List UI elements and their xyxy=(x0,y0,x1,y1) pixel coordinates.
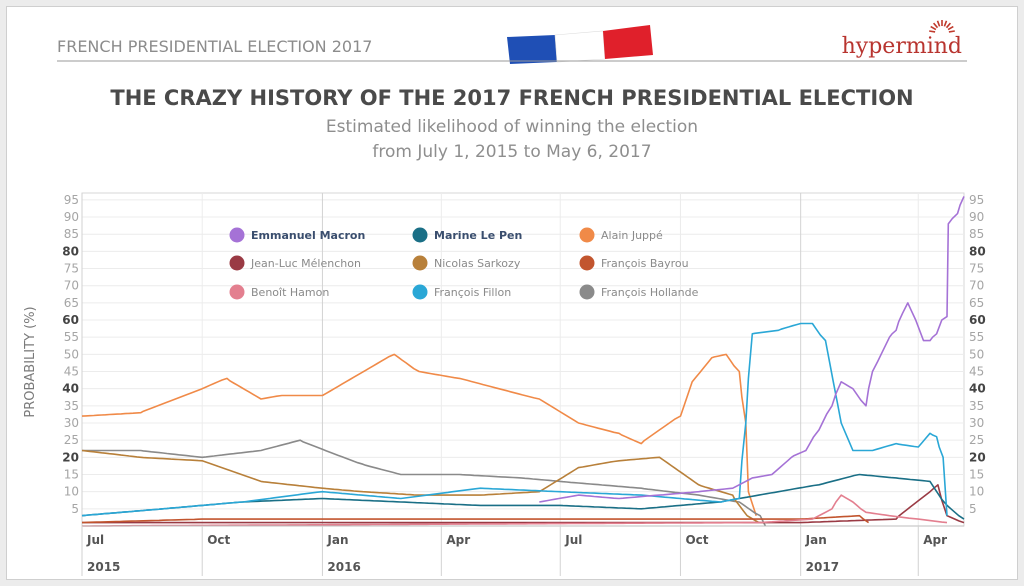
chart-frame: FRENCH PRESIDENTIAL ELECTION 2017 hyperm… xyxy=(6,6,1018,580)
y-tick-label-right: 90 xyxy=(969,210,984,224)
header-tag: FRENCH PRESIDENTIAL ELECTION 2017 xyxy=(57,37,372,56)
legend-item-label: Alain Juppé xyxy=(601,229,663,242)
y-tick-label: 20 xyxy=(62,450,79,464)
y-tick-label: 45 xyxy=(64,365,79,379)
logo-ray xyxy=(936,20,941,27)
x-year-label: 2015 xyxy=(87,560,120,574)
logo-ray xyxy=(945,22,952,29)
legend-item-label: Nicolas Sarkozy xyxy=(434,257,521,270)
legend-swatch xyxy=(229,284,245,300)
y-tick-label-right: 45 xyxy=(969,365,984,379)
legend-swatch xyxy=(579,284,595,300)
y-tick-label: 15 xyxy=(64,468,79,482)
y-axis-label: PROBABILITY (%) xyxy=(23,306,38,417)
y-tick-label: 95 xyxy=(64,193,79,207)
y-tick-label-right: 25 xyxy=(969,433,984,447)
x-tick-label: Apr xyxy=(446,533,470,547)
chart-subtitle: Estimated likelihood of winning the elec… xyxy=(326,117,698,137)
legend-item-label: Emmanuel Macron xyxy=(251,229,365,242)
legend-swatch xyxy=(412,284,428,300)
y-tick-label: 30 xyxy=(64,416,79,430)
logo-ray xyxy=(932,22,939,29)
y-tick-label: 50 xyxy=(64,347,79,361)
chart-subtitle-dates: from July 1, 2015 to May 6, 2017 xyxy=(372,142,651,162)
y-tick-label: 35 xyxy=(64,399,79,413)
x-year-label: 2016 xyxy=(327,560,360,574)
legend-swatch xyxy=(579,255,595,271)
y-tick-label: 65 xyxy=(64,296,79,310)
y-tick-label-right: 20 xyxy=(969,450,986,464)
y-tick-label-right: 5 xyxy=(969,502,977,516)
plot-area xyxy=(81,192,965,527)
logo-ray xyxy=(929,30,936,33)
legend-swatch xyxy=(412,255,428,271)
y-tick-label-right: 85 xyxy=(969,227,984,241)
y-tick-label: 70 xyxy=(64,279,79,293)
legend-swatch xyxy=(229,227,245,243)
y-tick-label-right: 70 xyxy=(969,279,984,293)
legend: Emmanuel Macron Marine Le Pen Alain Juppé J… xyxy=(229,227,699,300)
x-tick-label: Oct xyxy=(685,533,708,547)
chart-title: THE CRAZY HISTORY OF THE 2017 FRENCH PRE… xyxy=(110,86,913,110)
x-axis: Jul 2015 Oct Jan 2016 Apr Jul Oct Jan 2017 Apr xyxy=(81,525,964,576)
y-tick-label: 75 xyxy=(64,262,79,276)
y-tick-label: 5 xyxy=(71,502,79,516)
y-tick-label-right: 80 xyxy=(969,244,986,258)
y-tick-label: 85 xyxy=(64,227,79,241)
logo-ray xyxy=(930,25,937,31)
y-tick-label-right: 50 xyxy=(969,347,984,361)
y-tick-label: 80 xyxy=(62,244,79,258)
legend-item-label: Jean-Luc Mélenchon xyxy=(250,257,361,270)
y-tick-label-right: 60 xyxy=(969,313,986,327)
logo-ray xyxy=(947,25,954,31)
y-tick-label-right: 10 xyxy=(969,485,984,499)
y-tick-label: 90 xyxy=(64,210,79,224)
y-tick-label: 25 xyxy=(64,433,79,447)
legend-swatch xyxy=(412,227,428,243)
x-tick-label: Apr xyxy=(923,533,947,547)
x-tick-label: Jul xyxy=(564,533,582,547)
y-tick-label: 60 xyxy=(62,313,79,327)
y-tick-label: 55 xyxy=(64,330,79,344)
french-flag-icon xyxy=(507,25,653,64)
hypermind-logo: hypermind xyxy=(842,20,962,59)
x-year-label: 2017 xyxy=(806,560,839,574)
y-tick-label-right: 15 xyxy=(969,468,984,482)
y-axis-left: 5 10 15 20 25 30 35 40 45 50 55 60 65 70 75 80 85 90 95 xyxy=(62,193,79,516)
y-tick-label: 10 xyxy=(64,485,79,499)
y-tick-label-right: 40 xyxy=(969,382,986,396)
logo-ray xyxy=(948,30,955,33)
logo-ray xyxy=(943,20,948,27)
y-tick-label-right: 65 xyxy=(969,296,984,310)
y-tick-label: 40 xyxy=(62,382,79,396)
y-tick-label-right: 55 xyxy=(969,330,984,344)
x-tick-label: Jan xyxy=(805,533,827,547)
y-tick-label-right: 30 xyxy=(969,416,984,430)
x-tick-label: Oct xyxy=(207,533,230,547)
brand-name: hypermind xyxy=(842,34,962,59)
x-tick-label: Jul xyxy=(86,533,104,547)
y-axis-right: 5 10 15 20 25 30 35 40 45 50 55 60 65 70 75 80 85 90 95 xyxy=(969,193,986,516)
legend-item-label: François Fillon xyxy=(434,286,511,299)
legend-item-label: Benoît Hamon xyxy=(251,286,329,299)
legend-swatch xyxy=(229,255,245,271)
y-tick-label-right: 35 xyxy=(969,399,984,413)
x-tick-label: Jan xyxy=(326,533,348,547)
legend-item-label: François Hollande xyxy=(601,286,699,299)
y-tick-label-right: 95 xyxy=(969,193,984,207)
legend-swatch xyxy=(579,227,595,243)
y-tick-label-right: 75 xyxy=(969,262,984,276)
chart-canvas: FRENCH PRESIDENTIAL ELECTION 2017 hyperm… xyxy=(23,20,986,576)
legend-item-label: Marine Le Pen xyxy=(434,229,522,242)
legend-item-label: François Bayrou xyxy=(601,257,689,270)
